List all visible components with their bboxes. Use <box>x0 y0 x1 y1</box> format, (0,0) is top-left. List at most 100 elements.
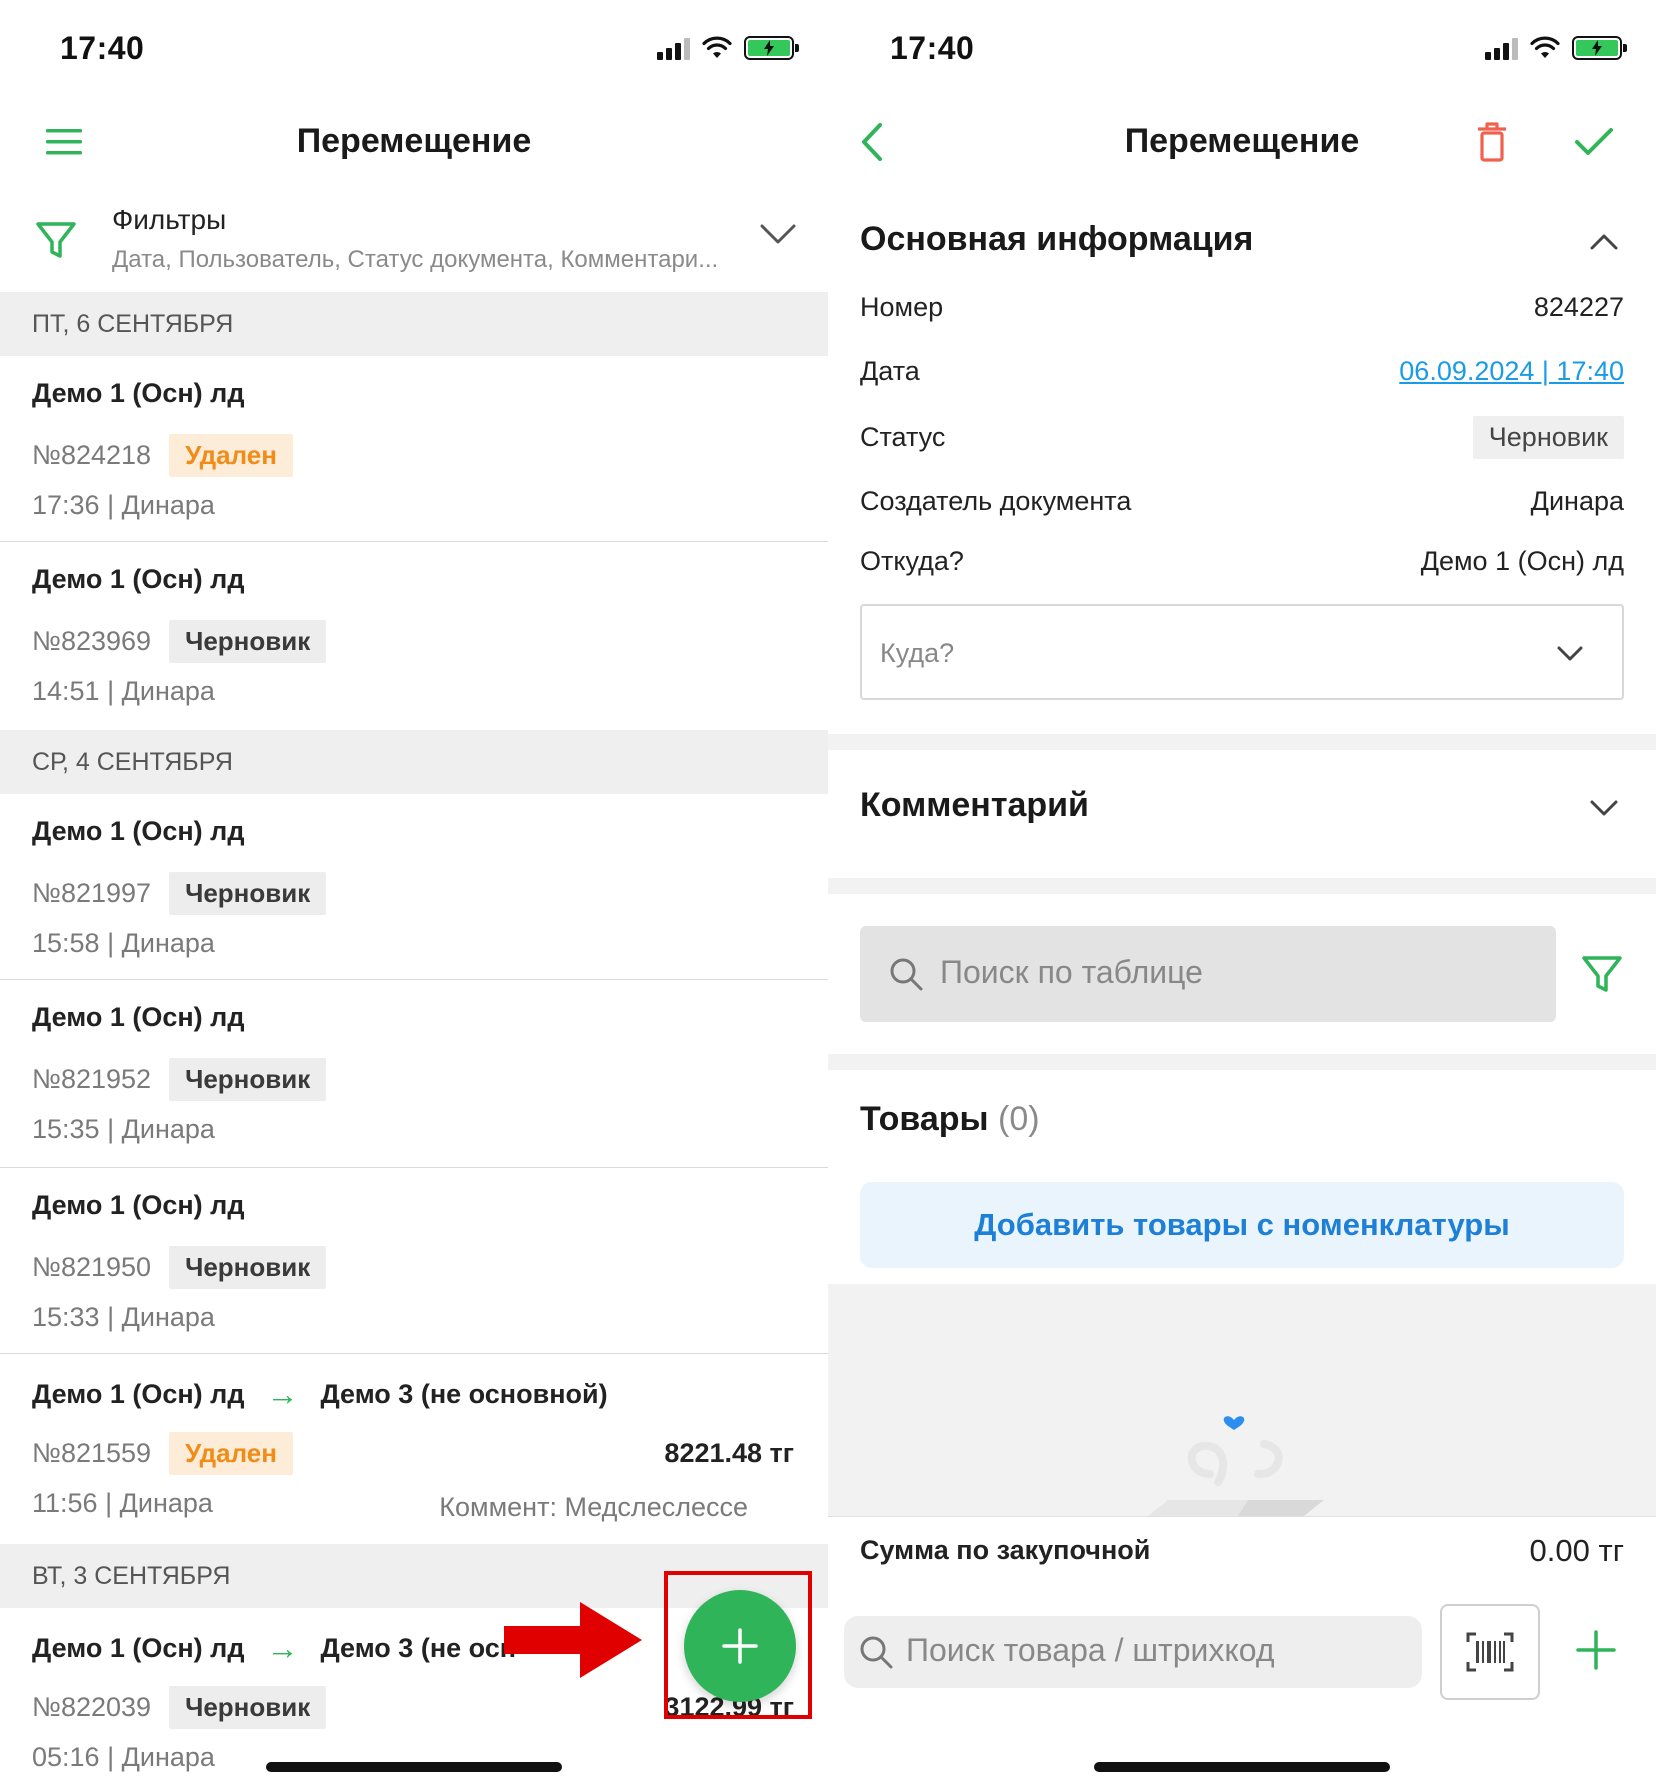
item-source: Демо 1 (Осн) лд <box>32 1633 245 1663</box>
status-bar: 17:40 <box>828 0 1656 100</box>
purchase-sum-row: Сумма по закупочной 0.00 тг <box>828 1516 1656 1586</box>
add-goods-button[interactable]: Добавить товары с номенклатуры <box>860 1182 1624 1268</box>
item-title: Демо 1 (Осн) лд <box>32 816 244 847</box>
status-time: 17:40 <box>60 30 145 66</box>
status-badge: Удален <box>169 434 293 477</box>
item-meta: 14:51 | Динара <box>32 676 215 706</box>
item-number: №823969 <box>32 626 152 656</box>
chevron-down-icon <box>1557 646 1583 661</box>
battery-icon <box>1572 36 1627 60</box>
item-number: №821950 <box>32 1252 152 1282</box>
info-row-source: Откуда? Демо 1 (Осн) лд <box>860 546 1624 586</box>
info-value: Динара <box>1530 486 1624 516</box>
status-badge: Удален <box>169 1432 293 1475</box>
table-search-placeholder: Поиск по таблице <box>940 954 1203 990</box>
item-source: Демо 1 (Осн) лд <box>32 1379 245 1409</box>
filter-icon <box>36 222 76 258</box>
destination-placeholder: Куда? <box>880 638 955 668</box>
item-source: Демо 1 (Осн) лд <box>32 1190 245 1220</box>
status-bar: 17:40 <box>0 0 828 100</box>
signal-icon <box>1485 36 1518 60</box>
chevron-down-icon[interactable] <box>1588 796 1620 820</box>
status-badge: Черновик <box>169 1686 327 1729</box>
item-meta: 15:35 | Динара <box>32 1114 215 1144</box>
filter-panel[interactable]: Фильтры Дата, Пользователь, Статус докум… <box>0 190 828 292</box>
item-meta: 17:36 | Динара <box>32 490 215 520</box>
product-search-placeholder: Поиск товара / штрихкод <box>906 1632 1275 1668</box>
status-badge: Черновик <box>169 620 327 663</box>
arrow-right-icon: → <box>266 1376 299 1412</box>
item-meta: 05:16 | Динара <box>32 1742 215 1772</box>
barcode-scan-button[interactable] <box>1440 1604 1540 1700</box>
goods-title-text: Товары <box>860 1100 989 1138</box>
item-title: Демо 1 (Осн) лд <box>32 1190 244 1221</box>
list-item[interactable]: Демо 1 (Осн) лд №821997 Черновик 15:58 | … <box>0 794 828 980</box>
nav-bar: Перемещение <box>0 100 828 180</box>
wifi-icon <box>702 36 732 58</box>
signal-icon <box>657 36 690 60</box>
item-source: Демо 1 (Осн) лд <box>32 378 245 408</box>
annotation-highlight <box>664 1571 812 1719</box>
item-number-row: №821559 Удален <box>32 1432 293 1475</box>
product-search-input[interactable]: Поиск товара / штрихкод <box>844 1616 1422 1688</box>
date-link[interactable]: 06.09.2024 | 17:40 <box>1399 356 1624 387</box>
list-item[interactable]: Демо 1 (Осн) лд №824218 Удален 17:36 | Ди… <box>0 356 828 542</box>
search-icon <box>890 958 923 991</box>
item-number: №821952 <box>32 1064 152 1094</box>
info-label: Дата <box>860 356 920 386</box>
list-item[interactable]: Демо 1 (Осн) лд №821952 Черновик 15:35 | … <box>0 980 828 1168</box>
info-row-date: Дата 06.09.2024 | 17:40 <box>860 356 1624 396</box>
destination-select[interactable]: Куда? <box>860 604 1624 700</box>
table-search-input[interactable]: Поиск по таблице <box>860 926 1556 1022</box>
chevron-up-icon[interactable] <box>1588 230 1620 254</box>
item-title: Демо 1 (Осн) лд <box>32 1002 244 1033</box>
transfers-list-screen: 17:40 Перемещение Фильтры Дата, Пользова… <box>0 0 828 1792</box>
item-destination: Демо 3 (не основной) <box>320 1379 608 1409</box>
filter-title: Фильтры <box>112 204 227 235</box>
trash-icon[interactable] <box>1468 118 1516 166</box>
item-meta: 11:56 | Динара <box>32 1488 213 1518</box>
item-number-row: №821950 Черновик <box>32 1246 327 1289</box>
item-title: Демо 1 (Осн) лд → Демо 3 (не основной) <box>32 1376 608 1413</box>
info-row-creator: Создатель документа Динара <box>860 486 1624 526</box>
filter-icon[interactable] <box>1580 952 1624 996</box>
info-label: Номер <box>860 292 944 322</box>
plus-icon[interactable] <box>1568 1622 1624 1678</box>
status-time: 17:40 <box>890 30 975 66</box>
item-destination: Демо 3 (не осн <box>320 1633 517 1663</box>
item-meta: 15:33 | Динара <box>32 1302 215 1332</box>
status-badge: Черновик <box>1472 416 1624 459</box>
item-number-row: №821997 Черновик <box>32 872 327 915</box>
arrow-right-icon: → <box>266 1630 299 1666</box>
info-label: Статус <box>860 422 946 452</box>
filter-summary: Дата, Пользователь, Статус документа, Ко… <box>112 246 719 273</box>
info-label: Создатель документа <box>860 486 1132 516</box>
search-icon <box>860 1636 893 1669</box>
item-title: Демо 1 (Осн) лд <box>32 378 244 409</box>
barcode-icon <box>1466 1632 1514 1672</box>
home-indicator <box>266 1762 562 1772</box>
goods-count: (0) <box>998 1100 1040 1138</box>
info-row-number: Номер 824227 <box>860 292 1624 332</box>
check-icon[interactable] <box>1570 118 1618 166</box>
status-badge: Черновик <box>169 1246 327 1289</box>
item-number: №822039 <box>32 1692 152 1722</box>
list-item[interactable]: Демо 1 (Осн) лд №821950 Черновик 15:33 | … <box>0 1168 828 1354</box>
info-value: 824227 <box>1533 292 1624 322</box>
list-item[interactable]: Демо 1 (Осн) лд №823969 Черновик 14:51 | … <box>0 542 828 730</box>
sum-label: Сумма по закупочной <box>860 1535 1151 1565</box>
item-amount: 8221.48 тг <box>664 1438 794 1468</box>
chevron-down-icon[interactable] <box>758 220 798 250</box>
item-source: Демо 1 (Осн) лд <box>32 564 245 594</box>
list-item[interactable]: Демо 1 (Осн) лд → Демо 3 (не основной) №… <box>0 1354 828 1544</box>
item-title: Демо 1 (Осн) лд → Демо 3 (не осн <box>32 1630 516 1667</box>
main-info-title: Основная информация <box>860 220 1254 258</box>
comment-section-title[interactable]: Комментарий <box>860 786 1089 825</box>
item-number-row: №823969 Черновик <box>32 620 327 663</box>
page-title: Перемещение <box>1124 122 1360 160</box>
status-badge: Черновик <box>169 1058 327 1101</box>
item-number: №821997 <box>32 878 152 908</box>
section-divider <box>828 734 1656 750</box>
date-header: СР, 4 СЕНТЯБРЯ <box>0 730 828 794</box>
section-divider <box>828 1054 1656 1070</box>
